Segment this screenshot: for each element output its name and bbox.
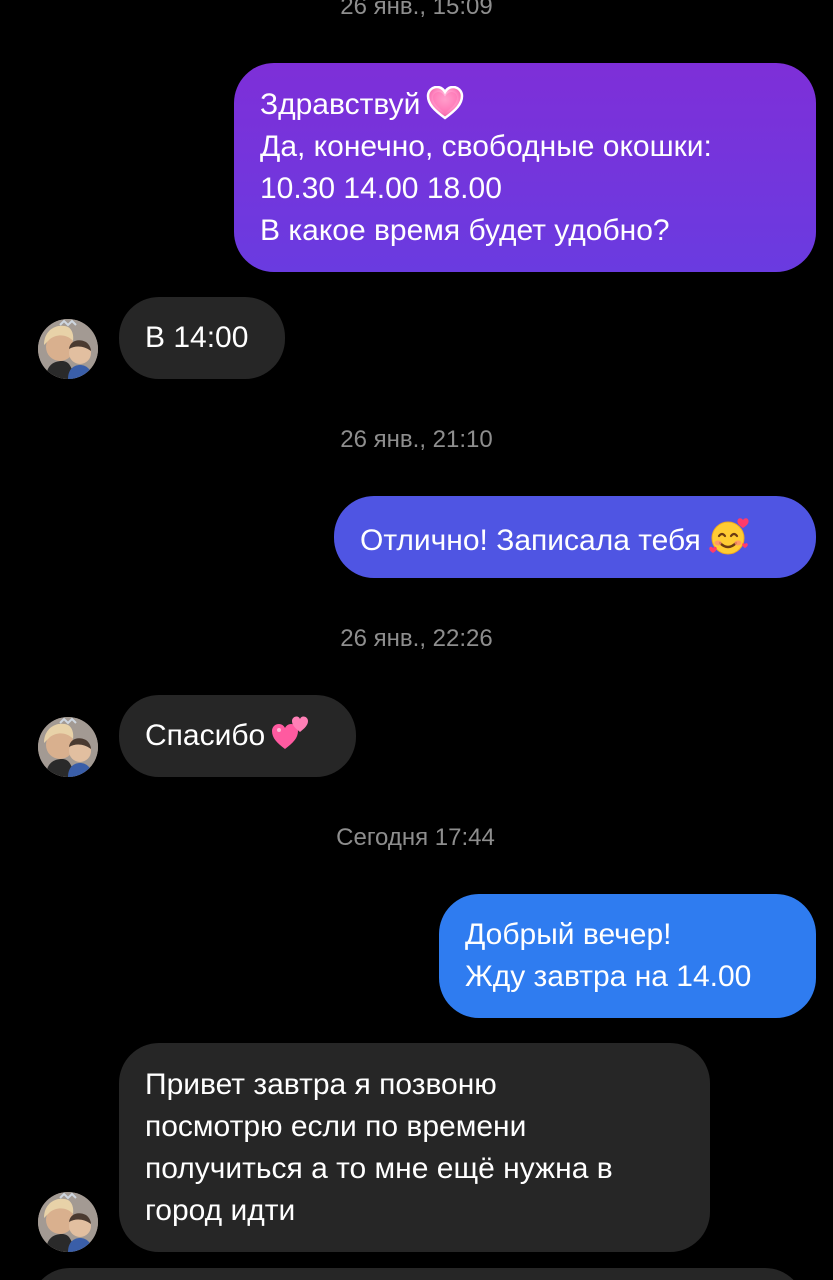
incoming-message[interactable] <box>30 1268 805 1280</box>
contact-avatar-icon[interactable] <box>38 717 98 777</box>
two-hearts-icon <box>271 715 311 751</box>
sparkling-heart-icon <box>426 86 464 120</box>
message-line: Жду завтра на 14.00 <box>465 960 752 993</box>
contact-avatar-icon[interactable] <box>38 319 98 379</box>
message-line: получиться а то мне ещё нужна в <box>145 1152 613 1185</box>
message-text: В 14:00 <box>145 321 249 354</box>
message-line: Добрый вечер! <box>465 918 672 951</box>
outgoing-message[interactable]: Здравствуй Да, конечно, свободные окошки… <box>234 63 816 272</box>
outgoing-message[interactable]: Отлично! Записала тебя <box>334 496 816 578</box>
message-line: В какое время будет удобно? <box>260 214 670 247</box>
message-line: Да, конечно, свободные окошки: <box>260 130 712 163</box>
message-line: Отлично! Записала тебя <box>360 516 816 562</box>
message-line: Привет завтра я позвоню <box>145 1068 497 1101</box>
message-line: посмотрю если по времени <box>145 1110 527 1143</box>
message-text: Здравствуй <box>260 88 421 121</box>
message-line: 10.30 14.00 18.00 <box>260 172 502 205</box>
timestamp: 26 янв., 22:26 <box>340 625 493 652</box>
incoming-message[interactable]: В 14:00 <box>119 297 285 379</box>
message-line: Здравствуй <box>260 84 816 126</box>
timestamp: 26 янв., 15:09 <box>340 0 493 20</box>
timestamp: 26 янв., 21:10 <box>340 426 493 453</box>
timestamp: Сегодня 17:44 <box>336 824 495 851</box>
chat-screen: 26 янв., 15:09 Здравствуй Да, конечно, с… <box>0 0 833 1280</box>
message-line: город идти <box>145 1194 296 1227</box>
message-text: Отлично! Записала тебя <box>360 524 701 557</box>
smiling-face-with-hearts-icon <box>707 516 751 556</box>
message-text: Спасибо <box>145 719 266 752</box>
message-line: Спасибо <box>145 715 356 757</box>
contact-avatar-icon[interactable] <box>38 1192 98 1252</box>
incoming-message[interactable]: Привет завтра я позвоню посмотрю если по… <box>119 1043 710 1252</box>
outgoing-message[interactable]: Добрый вечер! Жду завтра на 14.00 <box>439 894 816 1018</box>
incoming-message[interactable]: Спасибо <box>119 695 356 777</box>
